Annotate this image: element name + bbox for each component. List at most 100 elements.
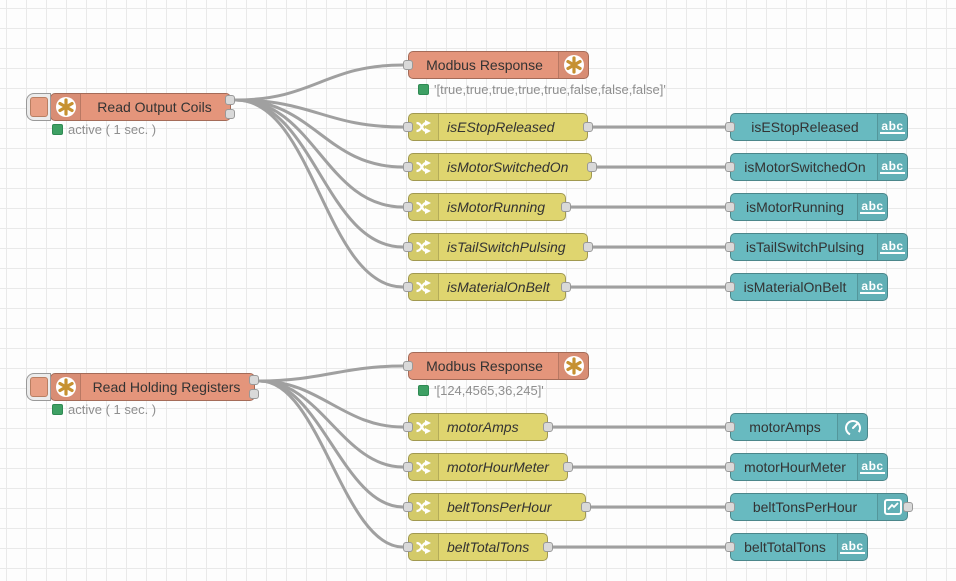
node-fn-beltTonsPerHour[interactable]: beltTonsPerHour	[408, 493, 586, 521]
input-port[interactable]	[403, 361, 413, 371]
node-modbus-response-2[interactable]: Modbus Response	[408, 352, 589, 380]
output-port-2[interactable]	[249, 389, 259, 399]
node-fn-motorAmps[interactable]: motorAmps	[408, 413, 548, 441]
node-label: Modbus Response	[411, 353, 558, 379]
node-fn-isMaterialOnBelt[interactable]: isMaterialOnBelt	[408, 273, 566, 301]
input-port[interactable]	[725, 542, 735, 552]
node-label: Read Output Coils	[81, 94, 228, 120]
node-fn-isMotorRunning[interactable]: isMotorRunning	[408, 193, 566, 221]
output-port[interactable]	[561, 282, 571, 292]
node-ui-isMotorSwitchedOn[interactable]: isMotorSwitchedOn abc	[730, 153, 908, 181]
node-ui-isEStopReleased[interactable]: isEStopReleased abc	[730, 113, 908, 141]
status-dot-icon	[52, 124, 63, 135]
output-port-1[interactable]	[225, 95, 235, 105]
input-port[interactable]	[725, 422, 735, 432]
output-port-2[interactable]	[225, 109, 235, 119]
shuffle-arrows-icon	[409, 414, 439, 440]
input-port[interactable]	[403, 542, 413, 552]
output-port[interactable]	[563, 462, 573, 472]
wire[interactable]	[260, 381, 403, 507]
node-read-holding-registers[interactable]: Read Holding Registers	[50, 373, 255, 401]
input-port[interactable]	[403, 422, 413, 432]
node-ui-beltTotalTons[interactable]: beltTotalTons abc	[730, 533, 868, 561]
input-port[interactable]	[725, 462, 735, 472]
input-port[interactable]	[725, 282, 735, 292]
node-label: motorAmps	[447, 414, 539, 440]
shuffle-arrows-icon	[409, 114, 439, 140]
node-read-output-coils[interactable]: Read Output Coils	[50, 93, 231, 121]
inject-button[interactable]	[26, 93, 51, 121]
node-label: isEStopReleased	[447, 114, 579, 140]
node-fn-beltTotalTons[interactable]: beltTotalTons	[408, 533, 548, 561]
output-port[interactable]	[903, 502, 913, 512]
node-label: motorHourMeter	[733, 454, 857, 480]
input-port[interactable]	[403, 242, 413, 252]
node-label: isMotorSwitchedOn	[733, 154, 877, 180]
modbus-asterisk-icon	[558, 52, 588, 78]
abc-text-icon: abc	[857, 194, 887, 220]
inject-button[interactable]	[26, 373, 51, 401]
node-label: Read Holding Registers	[81, 374, 252, 400]
input-port[interactable]	[403, 202, 413, 212]
shuffle-arrows-icon	[409, 454, 439, 480]
output-port[interactable]	[583, 242, 593, 252]
flow-canvas[interactable]: Read Output Coils active ( 1 sec. ) Modb…	[0, 0, 956, 581]
node-label: beltTotalTons	[447, 534, 539, 560]
node-ui-isMotorRunning[interactable]: isMotorRunning abc	[730, 193, 888, 221]
input-port[interactable]	[403, 502, 413, 512]
output-port[interactable]	[587, 162, 597, 172]
input-port[interactable]	[403, 282, 413, 292]
node-label: isMotorRunning	[733, 194, 857, 220]
node-fn-isTailSwitchPulsing[interactable]: isTailSwitchPulsing	[408, 233, 588, 261]
output-port[interactable]	[543, 422, 553, 432]
input-port[interactable]	[403, 162, 413, 172]
node-modbus-response-1[interactable]: Modbus Response	[408, 51, 589, 79]
node-status: '[true,true,true,true,true,false,false,f…	[418, 82, 666, 97]
wire[interactable]	[236, 100, 403, 247]
abc-text-icon: abc	[877, 234, 907, 260]
node-ui-beltTonsPerHour[interactable]: beltTonsPerHour	[730, 493, 908, 521]
node-label: isTailSwitchPulsing	[733, 234, 877, 260]
status-text: active ( 1 sec. )	[68, 402, 156, 417]
output-port[interactable]	[543, 542, 553, 552]
node-label: Modbus Response	[411, 52, 558, 78]
node-fn-isEStopReleased[interactable]: isEStopReleased	[408, 113, 588, 141]
status-text: '[124,4565,36,245]'	[434, 383, 544, 398]
node-label: isTailSwitchPulsing	[447, 234, 579, 260]
node-ui-isTailSwitchPulsing[interactable]: isTailSwitchPulsing abc	[730, 233, 908, 261]
input-port[interactable]	[725, 122, 735, 132]
abc-text-icon: abc	[857, 274, 887, 300]
node-fn-motorHourMeter[interactable]: motorHourMeter	[408, 453, 568, 481]
node-label: isEStopReleased	[733, 114, 877, 140]
wire[interactable]	[236, 100, 403, 287]
gauge-icon	[837, 414, 867, 440]
input-port[interactable]	[725, 242, 735, 252]
output-port[interactable]	[581, 502, 591, 512]
node-ui-isMaterialOnBelt[interactable]: isMaterialOnBelt abc	[730, 273, 888, 301]
wire[interactable]	[236, 65, 403, 100]
node-ui-motorAmps[interactable]: motorAmps	[730, 413, 868, 441]
status-text: '[true,true,true,true,true,false,false,f…	[434, 82, 666, 97]
input-port[interactable]	[403, 60, 413, 70]
node-ui-motorHourMeter[interactable]: motorHourMeter abc	[730, 453, 888, 481]
node-label: isMotorSwitchedOn	[447, 154, 583, 180]
wire[interactable]	[236, 100, 403, 167]
node-label: motorAmps	[733, 414, 837, 440]
input-port[interactable]	[725, 202, 735, 212]
output-port-1[interactable]	[249, 375, 259, 385]
node-fn-isMotorSwitchedOn[interactable]: isMotorSwitchedOn	[408, 153, 592, 181]
input-port[interactable]	[725, 162, 735, 172]
node-status: '[124,4565,36,245]'	[418, 383, 544, 398]
status-dot-icon	[418, 84, 429, 95]
abc-text-icon: abc	[857, 454, 887, 480]
modbus-asterisk-icon	[51, 94, 81, 120]
node-label: beltTonsPerHour	[447, 494, 577, 520]
modbus-asterisk-icon	[558, 353, 588, 379]
input-port[interactable]	[725, 502, 735, 512]
output-port[interactable]	[561, 202, 571, 212]
output-port[interactable]	[583, 122, 593, 132]
wire[interactable]	[260, 366, 403, 381]
status-text: active ( 1 sec. )	[68, 122, 156, 137]
input-port[interactable]	[403, 122, 413, 132]
input-port[interactable]	[403, 462, 413, 472]
